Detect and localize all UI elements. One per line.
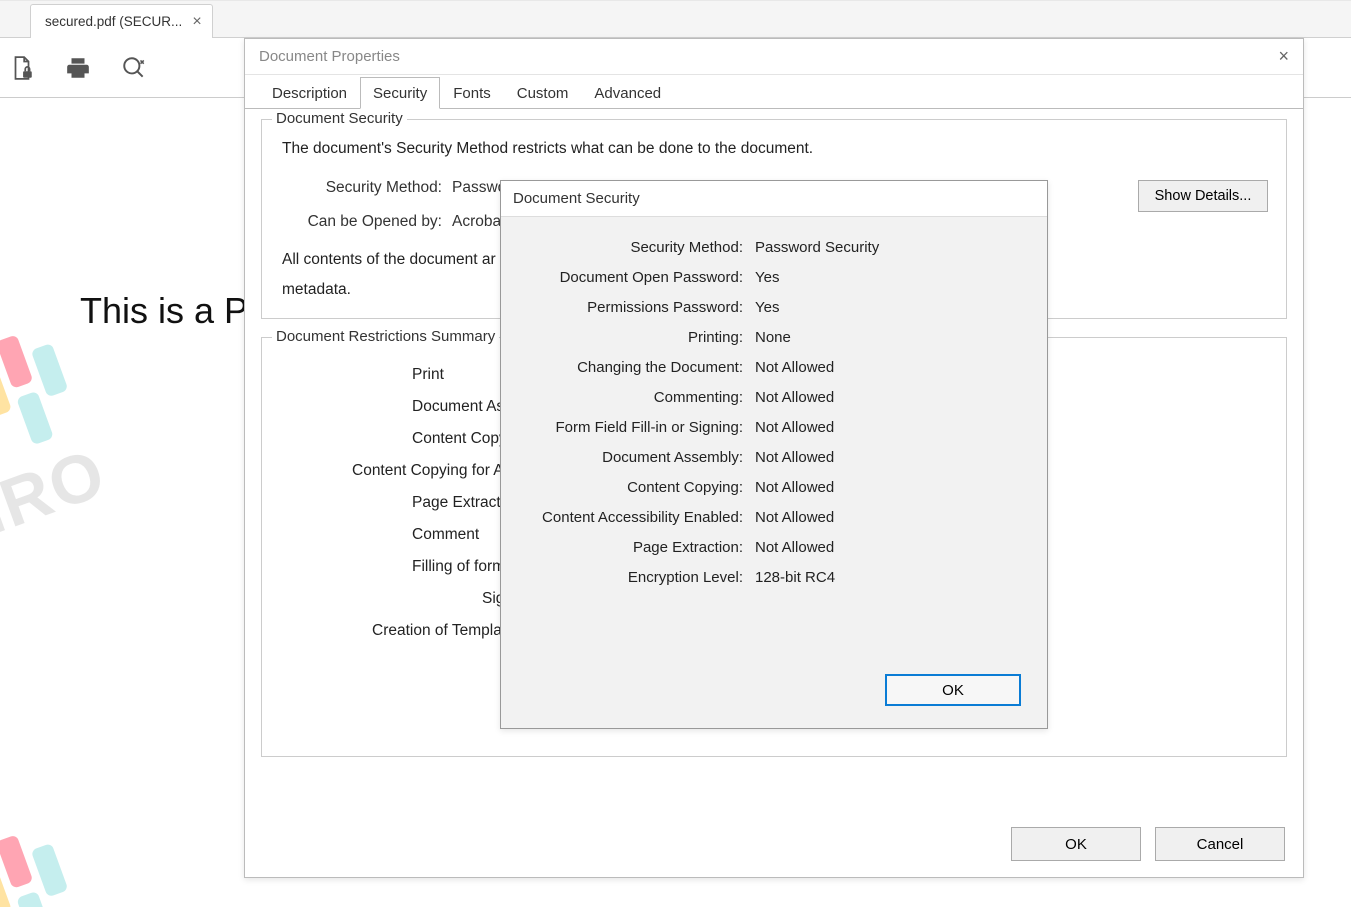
print-icon[interactable]: [64, 54, 92, 82]
security-row-value: Not Allowed: [755, 479, 1023, 496]
security-row-label: Content Accessibility Enabled:: [525, 509, 755, 526]
document-tabs: secured.pdf (SECUR... ×: [0, 0, 1351, 38]
security-row-value: Not Allowed: [755, 539, 1023, 556]
security-row-label: Document Open Password:: [525, 269, 755, 286]
security-row: Page Extraction:Not Allowed: [525, 539, 1023, 556]
security-row-label: Commenting:: [525, 389, 755, 406]
security-row-value: Not Allowed: [755, 389, 1023, 406]
security-row-label: Security Method:: [525, 239, 755, 256]
close-icon[interactable]: ×: [1278, 46, 1289, 67]
security-row: Document Assembly:Not Allowed: [525, 449, 1023, 466]
show-details-button[interactable]: Show Details...: [1138, 180, 1268, 212]
security-row-label: Changing the Document:: [525, 359, 755, 376]
security-row-label: Encryption Level:: [525, 569, 755, 586]
security-row-label: Permissions Password:: [525, 299, 755, 316]
security-row-label: Content Copying:: [525, 479, 755, 496]
ok-button[interactable]: OK: [1011, 827, 1141, 861]
svg-text:IRO: IRO: [0, 434, 116, 549]
properties-tabs: Description Security Fonts Custom Advanc…: [245, 75, 1303, 109]
tab-advanced[interactable]: Advanced: [581, 77, 674, 108]
group-legend: Document Restrictions Summary: [272, 328, 499, 345]
dialog-title: Document Properties: [259, 48, 400, 65]
dialog-title: Document Security: [501, 181, 1047, 217]
security-row-value: Password Security: [755, 239, 1023, 256]
security-row-value: Not Allowed: [755, 359, 1023, 376]
security-row-value: 128-bit RC4: [755, 569, 1023, 586]
tab-custom[interactable]: Custom: [504, 77, 582, 108]
security-row: Encryption Level:128-bit RC4: [525, 569, 1023, 586]
file-lock-icon[interactable]: [8, 54, 36, 82]
security-method-label: Security Method:: [282, 179, 442, 197]
ok-button[interactable]: OK: [885, 674, 1021, 706]
security-row-value: Not Allowed: [755, 509, 1023, 526]
security-row-value: Not Allowed: [755, 419, 1023, 436]
security-intro: The document's Security Method restricts…: [282, 134, 1266, 163]
tab-fonts[interactable]: Fonts: [440, 77, 504, 108]
close-tab-icon[interactable]: ×: [192, 13, 201, 31]
security-row: Changing the Document:Not Allowed: [525, 359, 1023, 376]
security-row: Form Field Fill-in or Signing:Not Allowe…: [525, 419, 1023, 436]
security-row-label: Form Field Fill-in or Signing:: [525, 419, 755, 436]
security-row-value: Not Allowed: [755, 449, 1023, 466]
zoom-icon[interactable]: [120, 54, 148, 82]
security-row-label: Page Extraction:: [525, 539, 755, 556]
group-legend: Document Security: [272, 110, 407, 127]
opened-by-label: Can be Opened by:: [282, 213, 442, 231]
security-row-value: Yes: [755, 299, 1023, 316]
dialog-titlebar: Document Properties ×: [245, 39, 1303, 75]
security-row: Content Accessibility Enabled:Not Allowe…: [525, 509, 1023, 526]
watermark-icon: IRO: [0, 233, 237, 566]
security-row-value: Yes: [755, 269, 1023, 286]
security-row: Security Method:Password Security: [525, 239, 1023, 256]
document-tab[interactable]: secured.pdf (SECUR... ×: [30, 4, 213, 38]
opened-by-value: Acrobat: [452, 213, 505, 231]
document-tab-title: secured.pdf (SECUR...: [45, 14, 182, 29]
security-row: Commenting:Not Allowed: [525, 389, 1023, 406]
security-row: Permissions Password:Yes: [525, 299, 1023, 316]
security-row-label: Printing:: [525, 329, 755, 346]
document-security-dialog: Document Security Security Method:Passwo…: [500, 180, 1048, 729]
security-row: Printing:None: [525, 329, 1023, 346]
security-row-label: Document Assembly:: [525, 449, 755, 466]
security-row: Content Copying:Not Allowed: [525, 479, 1023, 496]
security-row-value: None: [755, 329, 1023, 346]
dialog-buttons: OK Cancel: [1011, 827, 1285, 861]
watermark-icon: IRO: [0, 733, 237, 907]
security-details-body: Security Method:Password SecurityDocumen…: [501, 217, 1047, 728]
cancel-button[interactable]: Cancel: [1155, 827, 1285, 861]
tab-description[interactable]: Description: [259, 77, 360, 108]
tab-security[interactable]: Security: [360, 77, 440, 109]
security-row: Document Open Password:Yes: [525, 269, 1023, 286]
